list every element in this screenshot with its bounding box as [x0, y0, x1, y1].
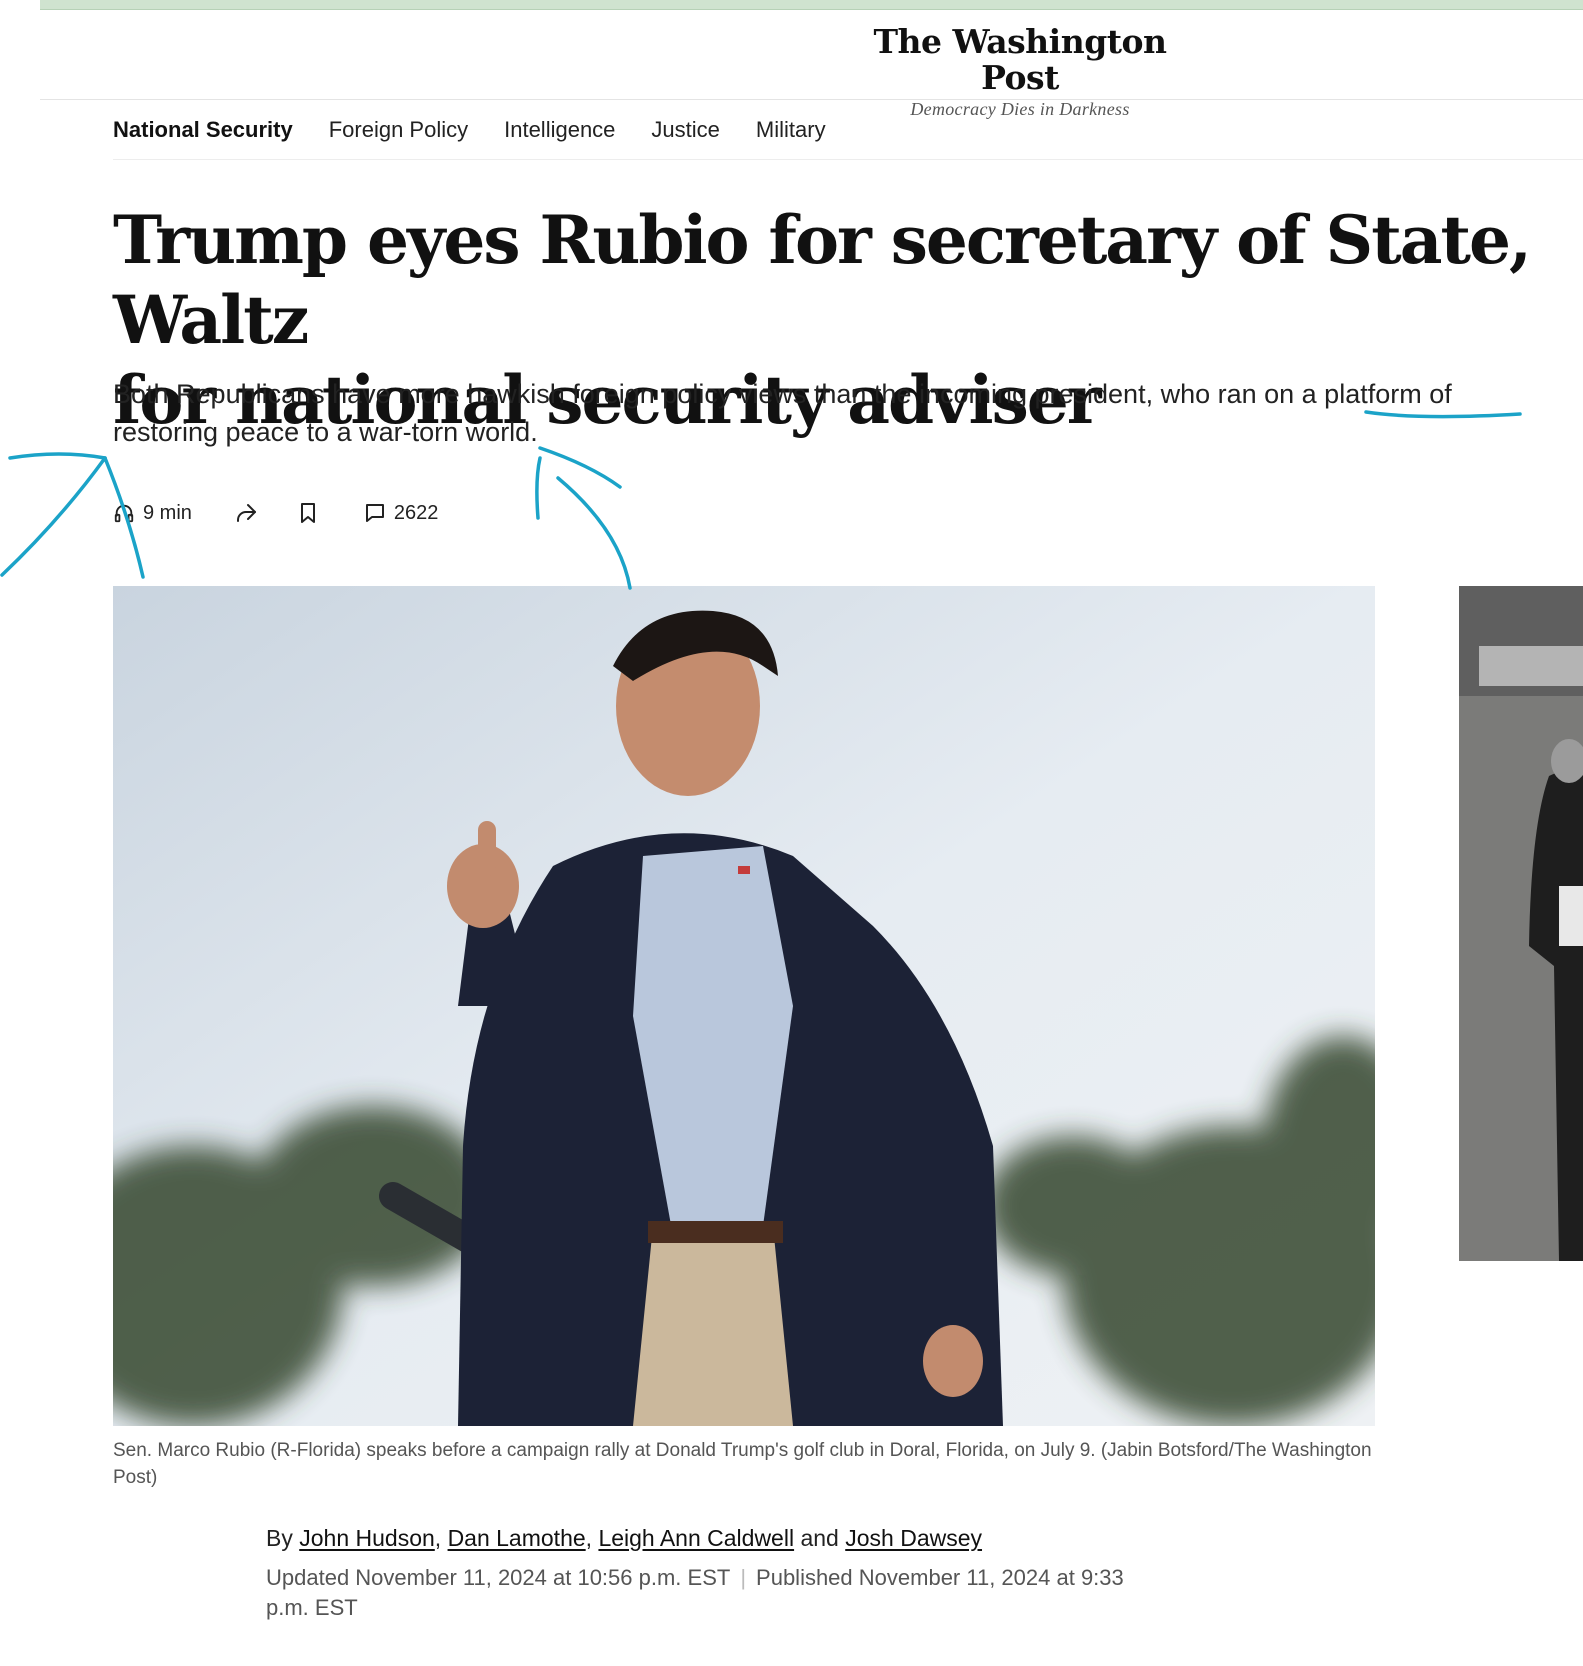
updated-timestamp: Updated November 11, 2024 at 10:56 p.m. …: [266, 1565, 731, 1590]
byline-comma-1: ,: [434, 1525, 442, 1551]
author-link-john-hudson[interactable]: John Hudson: [299, 1525, 435, 1551]
top-accent-strip: [40, 0, 1583, 10]
dateline: Updated November 11, 2024 at 10:56 p.m. …: [266, 1563, 1166, 1623]
share-icon: [236, 504, 256, 522]
nav-item-justice[interactable]: Justice: [651, 117, 719, 143]
author-link-josh-dawsey[interactable]: Josh Dawsey: [845, 1525, 982, 1551]
logo-wordmark[interactable]: The Washington Post: [870, 23, 1170, 97]
author-link-leigh-ann-caldwell[interactable]: Leigh Ann Caldwell: [598, 1525, 794, 1551]
bookmark-icon: [300, 503, 315, 523]
section-nav: National Security Foreign Policy Intelli…: [113, 100, 1583, 160]
photo-caption: Sen. Marco Rubio (R-Florida) speaks befo…: [113, 1440, 1372, 1488]
comment-icon: [365, 504, 384, 522]
headline-line-1: Trump eyes Rubio for secretary of State,…: [113, 201, 1532, 359]
lead-photo[interactable]: [113, 586, 1375, 1426]
annotation-arrow-right-head: [538, 446, 622, 489]
side-photo[interactable]: [1459, 586, 1583, 1261]
comment-count: 2622: [393, 501, 439, 524]
masthead: The Washington Post Democracy Dies in Da…: [40, 10, 1583, 119]
annotation-arrow-right-tail: [556, 476, 632, 590]
nav-item-foreign-policy[interactable]: Foreign Policy: [329, 117, 468, 143]
comments-button[interactable]: 2622: [364, 501, 439, 525]
nav-item-national-security[interactable]: National Security: [113, 117, 293, 143]
listen-button[interactable]: 9 min: [113, 502, 192, 525]
lead-photo-illustration: [113, 586, 1375, 1426]
listen-duration: 9 min: [143, 501, 192, 524]
annotation-arrow-right-stem: [535, 456, 542, 520]
nav-item-intelligence[interactable]: Intelligence: [504, 117, 615, 143]
share-button[interactable]: [234, 502, 258, 524]
byline-comma-2: ,: [585, 1525, 593, 1551]
byline: By John Hudson, Dan Lamothe, Leigh Ann C…: [266, 1525, 982, 1552]
byline-prefix: By: [266, 1525, 293, 1551]
headphones-icon: [114, 504, 134, 523]
nav-item-military[interactable]: Military: [756, 117, 826, 143]
byline-and: and: [800, 1525, 839, 1551]
bookmark-button[interactable]: [298, 502, 318, 524]
annotation-arrow-left-head: [8, 452, 107, 460]
annotation-arrow-left-shaft: [0, 456, 107, 577]
author-link-dan-lamothe[interactable]: Dan Lamothe: [448, 1525, 586, 1551]
article-toolbar: 9 min 2622: [113, 496, 438, 530]
side-photo-illustration: [1459, 586, 1583, 1261]
article-dek: Both Republicans have more hawkish forei…: [113, 379, 1452, 447]
dateline-divider: |: [740, 1565, 747, 1590]
